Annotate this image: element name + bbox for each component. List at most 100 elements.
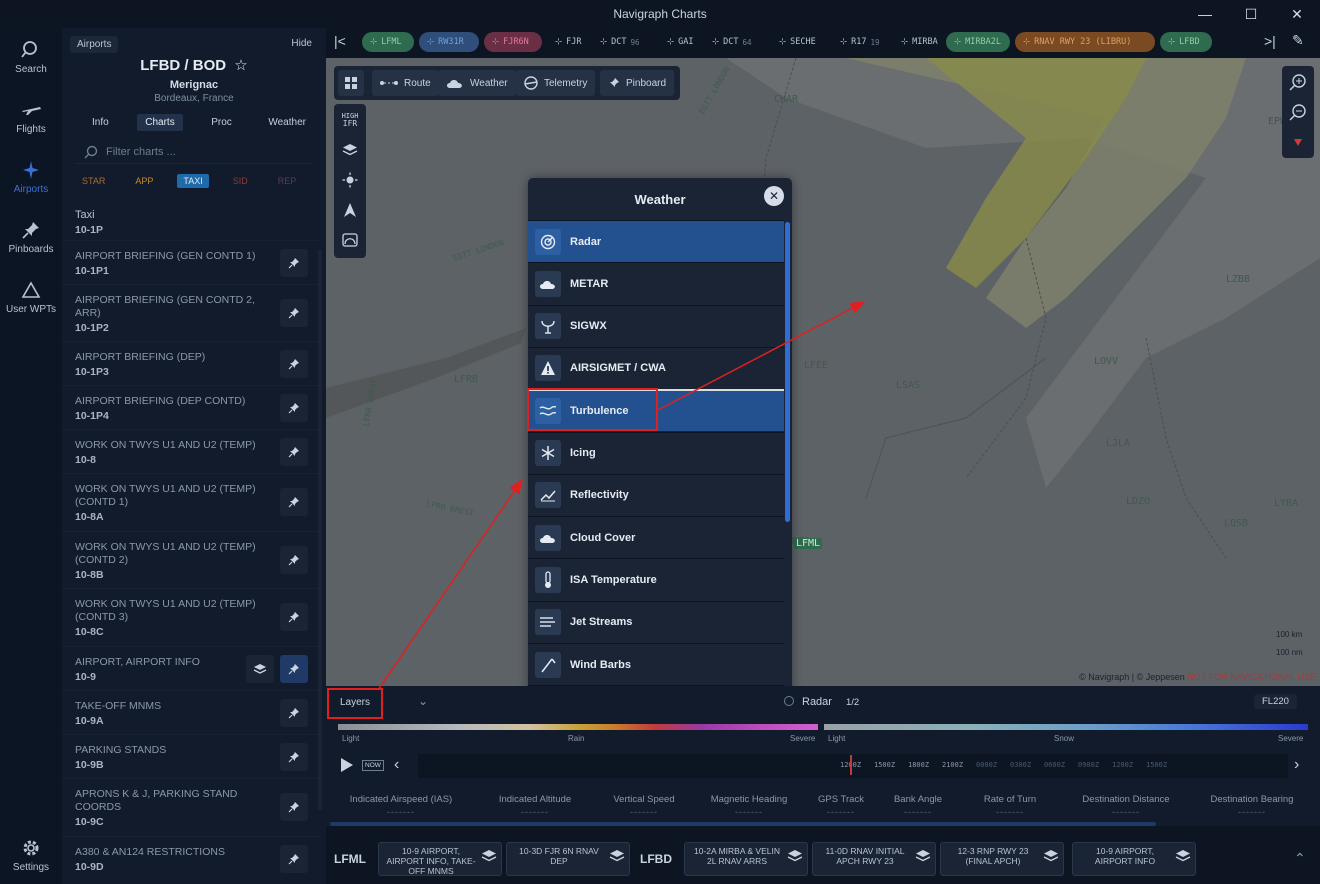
rail-pinboards[interactable]: Pinboards xyxy=(0,220,62,255)
weather-layer-radar[interactable]: Radar xyxy=(528,220,784,262)
zoom-in-button[interactable] xyxy=(1286,70,1310,94)
tab-proc[interactable]: Proc xyxy=(203,114,240,131)
pin-chart-button[interactable] xyxy=(280,350,308,378)
tab-charts[interactable]: Charts xyxy=(137,114,183,131)
pin-chart-button[interactable] xyxy=(280,655,308,683)
category-star[interactable]: STAR xyxy=(76,174,111,188)
zoom-out-button[interactable] xyxy=(1286,100,1310,124)
weather-layer-airsigmet-cwa[interactable]: AIRSIGMET / CWA xyxy=(528,346,784,389)
list-item[interactable]: PARKING STANDS 10-9B xyxy=(62,734,320,778)
weather-layer-sigwx[interactable]: SIGWX xyxy=(528,304,784,347)
map-view[interactable]: CHAR EPW LFRB LFEE LSAS LOVV LZBB LDZO L… xyxy=(326,58,1320,686)
list-item[interactable]: TAKE-OFF MNMS 10-9A xyxy=(62,690,320,734)
chevron-up-icon[interactable]: ⌃ xyxy=(1294,850,1306,867)
layers-button[interactable] xyxy=(338,138,362,162)
list-item[interactable]: AIRPORT BRIEFING (DEP) 10-1P3 xyxy=(62,341,320,385)
pin-chart-button[interactable] xyxy=(280,793,308,821)
tab-info[interactable]: Info xyxy=(84,114,117,131)
rail-user-wpts[interactable]: User WPTs xyxy=(0,280,62,315)
route-tab[interactable]: ⊹ LFBD xyxy=(1160,32,1212,52)
pinned-chart-card[interactable]: 10-3D FJR 6N RNAV DEP xyxy=(506,842,630,876)
rail-flights[interactable]: Flights xyxy=(0,100,62,135)
weather-layer-reflectivity[interactable]: Reflectivity xyxy=(528,473,784,516)
rail-search[interactable]: Search xyxy=(0,40,62,75)
play-button[interactable] xyxy=(340,757,354,776)
pinned-chart-card[interactable]: 10-9 AIRPORT, AIRPORT INFO xyxy=(1072,842,1196,876)
chart-layers-button[interactable] xyxy=(246,655,274,683)
pinned-chart-card[interactable]: 10-2A MIRBA & VELIN 2L RNAV ARRS xyxy=(684,842,808,876)
airports-section-tab[interactable]: Airports xyxy=(70,36,119,53)
list-item[interactable]: A380 & AN124 RESTRICTIONS 10-9D xyxy=(62,836,320,880)
route-tab[interactable]: ⊹ FJR6N xyxy=(484,32,542,52)
pinned-chart-card[interactable]: 10-9 AIRPORT, AIRPORT INFO, TAKE-OFF MNM… xyxy=(378,842,502,876)
route-tab[interactable]: ⊹ RNAV RWY 23 (LIBRU) xyxy=(1015,32,1155,52)
close-window-button[interactable]: ✕ xyxy=(1274,0,1320,28)
route-tab[interactable]: ⊹ SECHE xyxy=(771,32,827,52)
pinned-chart-card[interactable]: 12-3 RNP RWY 23 (FINAL APCH) xyxy=(940,842,1064,876)
list-item[interactable]: AIRPORT BRIEFING (GEN CONTD 2, ARR) 10-1… xyxy=(62,284,320,341)
rail-airports[interactable]: Airports xyxy=(0,160,62,195)
grid-menu-button[interactable] xyxy=(338,70,364,96)
layers-icon[interactable] xyxy=(609,849,625,866)
weather-layer-wind-barbs[interactable]: Wind Barbs xyxy=(528,643,784,685)
filter-charts-input[interactable]: Filter charts ... xyxy=(76,142,312,164)
pinned-chart-card[interactable]: 11-0D RNAV INITIAL APCH RWY 23 xyxy=(812,842,936,876)
range-rings-button[interactable] xyxy=(338,228,362,252)
pin-chart-button[interactable] xyxy=(280,546,308,574)
chart-type-button[interactable]: HIGH IFR xyxy=(338,108,362,132)
close-modal-button[interactable]: ✕ xyxy=(764,186,784,206)
favorite-star-icon[interactable]: ☆ xyxy=(234,57,247,74)
map-airport-lfml[interactable]: LFML xyxy=(794,538,823,549)
pin-chart-button[interactable] xyxy=(280,743,308,771)
list-item[interactable]: Taxi 10-1P xyxy=(62,206,320,240)
hide-sidebar-button[interactable]: Hide xyxy=(291,38,312,49)
pin-chart-button[interactable] xyxy=(280,488,308,516)
collapse-left-icon[interactable]: |< xyxy=(334,33,346,49)
timeline-prev-icon[interactable]: ‹ xyxy=(394,756,399,774)
pin-chart-button[interactable] xyxy=(280,299,308,327)
route-button[interactable]: Route xyxy=(372,70,439,96)
category-app[interactable]: APP xyxy=(129,174,159,188)
list-item[interactable]: AIRPORT BRIEFING (DEP CONTD) 10-1P4 xyxy=(62,385,320,429)
now-button[interactable]: NOW xyxy=(362,760,384,771)
weather-button[interactable]: Weather xyxy=(438,70,516,96)
weather-layer-cloud-cover[interactable]: Cloud Cover xyxy=(528,516,784,558)
list-item[interactable]: APRONS K & J, PARKING STAND COORDS 10-9C xyxy=(62,778,320,836)
modal-scrollbar[interactable] xyxy=(785,222,790,522)
category-sid[interactable]: SID xyxy=(227,174,254,188)
layers-icon[interactable] xyxy=(787,849,803,866)
edit-route-icon[interactable]: ✎ xyxy=(1292,32,1304,49)
route-tab[interactable]: ⊹ DCT 64 xyxy=(704,32,766,52)
route-tab[interactable]: ⊹ LFML xyxy=(362,32,414,52)
route-tab[interactable]: ⊹ MIRBA2L xyxy=(946,32,1010,52)
day-night-button[interactable] xyxy=(338,168,362,192)
route-tab[interactable]: ⊹ GAI xyxy=(659,32,699,52)
route-tab[interactable]: ⊹ R17 19 xyxy=(832,32,888,52)
sidebar-scrollbar[interactable] xyxy=(318,250,322,810)
pin-chart-button[interactable] xyxy=(280,699,308,727)
pin-chart-button[interactable] xyxy=(280,249,308,277)
minimize-button[interactable]: — xyxy=(1182,0,1228,28)
layers-icon[interactable] xyxy=(481,849,497,866)
list-item[interactable]: WORK ON TWYS U1 AND U2 (TEMP) (CONTD 2) … xyxy=(62,531,320,588)
route-tab[interactable]: ⊹ DCT 96 xyxy=(592,32,654,52)
compass-button[interactable] xyxy=(1286,130,1310,154)
layers-icon[interactable] xyxy=(1175,849,1191,866)
telemetry-button[interactable]: Telemetry xyxy=(516,70,596,96)
rail-settings[interactable]: Settings xyxy=(0,838,62,873)
category-rep[interactable]: REP xyxy=(272,174,303,188)
tab-weather[interactable]: Weather xyxy=(260,114,314,131)
flight-level-selector[interactable]: FL220 xyxy=(1254,694,1297,709)
route-tab[interactable]: ⊹ RW31R xyxy=(419,32,479,52)
chevron-down-icon[interactable]: ⌄ xyxy=(418,694,428,708)
weather-layer-metar[interactable]: METAR xyxy=(528,262,784,304)
pinboard-button[interactable]: Pinboard xyxy=(600,70,675,96)
pin-chart-button[interactable] xyxy=(280,438,308,466)
category-taxi[interactable]: TAXI xyxy=(177,174,209,188)
list-item[interactable]: WORK ON TWYS U1 AND U2 (TEMP) (CONTD 3) … xyxy=(62,588,320,646)
weather-layer-jet-streams[interactable]: Jet Streams xyxy=(528,600,784,643)
weather-layer-isa-temperature[interactable]: ISA Temperature xyxy=(528,558,784,600)
list-item[interactable]: WORK ON TWYS U1 AND U2 (TEMP) 10-8 xyxy=(62,429,320,473)
maximize-button[interactable]: ☐ xyxy=(1228,0,1274,28)
route-tab[interactable]: ⊹ MIRBA xyxy=(893,32,941,52)
